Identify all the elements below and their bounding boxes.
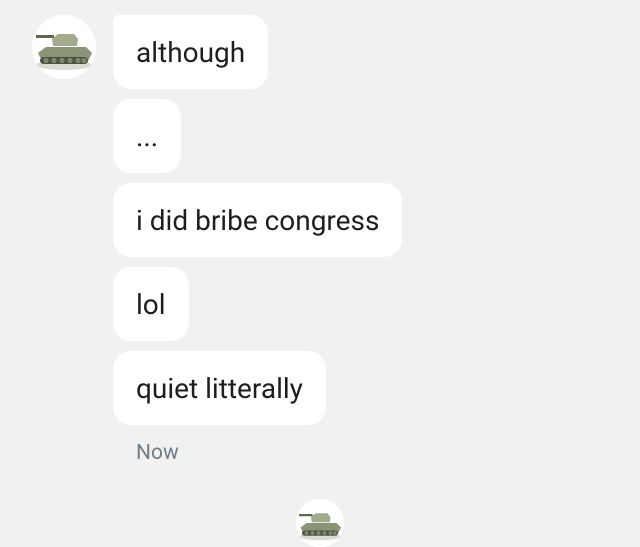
tank-avatar-icon bbox=[296, 499, 344, 547]
seen-receipt-avatar bbox=[296, 499, 344, 547]
message-text: ... bbox=[136, 119, 159, 153]
message-bubble[interactable]: although bbox=[113, 15, 269, 89]
message-text: quiet litterally bbox=[136, 371, 303, 405]
tank-avatar-icon bbox=[32, 15, 96, 79]
message-timestamp: Now bbox=[136, 441, 179, 465]
message-bubble[interactable]: quiet litterally bbox=[113, 351, 326, 425]
contact-avatar[interactable] bbox=[32, 15, 96, 79]
message-bubble[interactable]: lol bbox=[113, 267, 189, 341]
message-text: although bbox=[136, 35, 246, 69]
message-text: lol bbox=[136, 287, 166, 321]
message-text: i did bribe congress bbox=[136, 203, 380, 237]
message-bubble[interactable]: i did bribe congress bbox=[113, 183, 403, 257]
message-bubble[interactable]: ... bbox=[113, 99, 182, 173]
